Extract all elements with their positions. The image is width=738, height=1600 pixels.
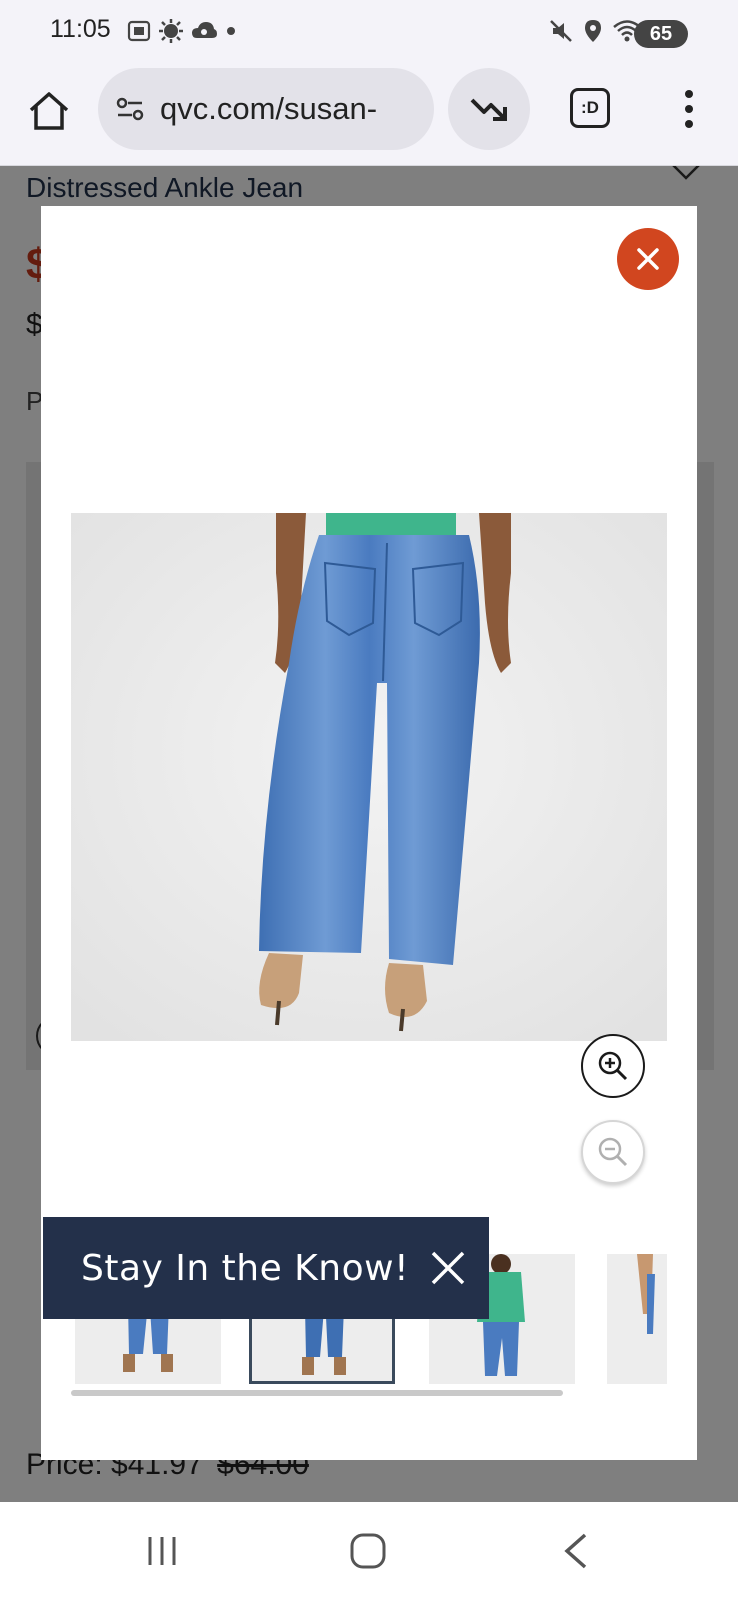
location-icon xyxy=(585,20,601,42)
site-settings-icon[interactable] xyxy=(114,93,146,125)
battery-level: 65 xyxy=(649,22,673,45)
home-circle-icon xyxy=(350,1533,386,1569)
product-main-image[interactable] xyxy=(71,513,667,1041)
zoom-out-icon xyxy=(598,1137,628,1167)
zoom-in-button[interactable] xyxy=(581,1034,645,1098)
back-chevron-icon xyxy=(564,1533,587,1569)
menu-dot-icon xyxy=(685,90,693,98)
jeans-back-photo xyxy=(71,513,667,1041)
thumbnail-4[interactable] xyxy=(607,1254,667,1384)
dot-icon xyxy=(227,27,235,35)
close-modal-button[interactable] xyxy=(617,228,679,290)
price-tracking-button[interactable] xyxy=(448,68,530,150)
browser-menu-button[interactable] xyxy=(676,86,702,132)
menu-dot-icon xyxy=(685,120,693,128)
recents-button[interactable] xyxy=(132,1528,192,1574)
toast-close-icon[interactable] xyxy=(425,1245,471,1291)
cloud-icon xyxy=(192,22,217,38)
browser-toolbar: qvc.com/susan- :D xyxy=(0,66,738,166)
status-time: 11:05 xyxy=(50,15,111,43)
menu-dot-icon xyxy=(685,105,693,113)
mute-icon xyxy=(550,20,572,42)
home-icon[interactable] xyxy=(26,88,72,134)
zoom-in-icon xyxy=(598,1051,628,1081)
zoom-out-button[interactable] xyxy=(581,1120,645,1184)
newsletter-toast[interactable]: Stay In the Know! xyxy=(43,1217,489,1319)
home-nav-button[interactable] xyxy=(338,1528,398,1574)
status-left-icons xyxy=(126,18,238,44)
trending-down-icon xyxy=(470,98,507,121)
thumbnail-scrollbar[interactable] xyxy=(71,1390,563,1396)
toast-text[interactable]: Stay In the Know! xyxy=(81,1248,409,1289)
recents-icon xyxy=(148,1537,176,1565)
tab-switcher-label: :D xyxy=(581,98,599,117)
tab-switcher-button[interactable]: :D xyxy=(570,88,610,128)
screenshot-icon xyxy=(127,20,151,42)
system-navigation-bar xyxy=(0,1502,738,1600)
status-bar: 11:05 65 xyxy=(0,0,738,66)
battery-indicator: 65 xyxy=(634,20,688,48)
close-icon xyxy=(637,248,659,270)
url-text[interactable]: qvc.com/susan- xyxy=(160,91,418,127)
address-bar[interactable]: qvc.com/susan- xyxy=(98,68,434,150)
back-button[interactable] xyxy=(546,1528,606,1574)
settings-sun-icon xyxy=(159,19,183,43)
